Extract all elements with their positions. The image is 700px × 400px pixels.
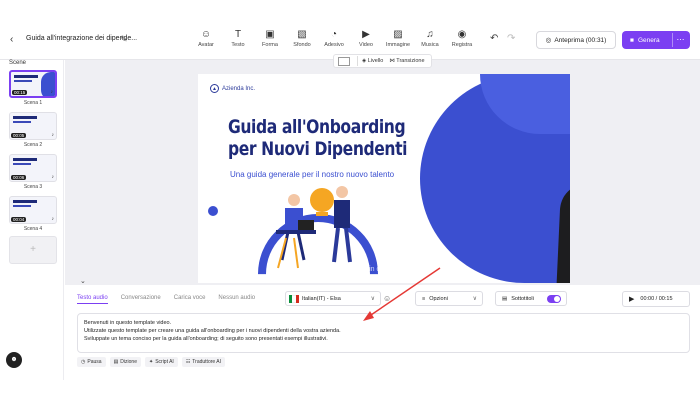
pencil-icon[interactable]: ✎	[120, 34, 128, 45]
avatar-presenter[interactable]	[548, 114, 570, 283]
preview-button[interactable]: ◎ Anteprima (00:31)	[536, 31, 616, 49]
assistant-icon[interactable]: ☻	[6, 352, 22, 368]
time-readout: 00:00 / 00:15	[640, 296, 673, 302]
pause-button[interactable]: ◷ Pausa	[77, 357, 106, 367]
subtitles-icon: ▤	[502, 295, 508, 302]
canvas-area: ◈ Livello ⋈ Transizione ▲ Azienda Inc. G…	[65, 54, 700, 285]
script-actions: ◷ Pausa ▤ Dizione ✦ Script AI ☷ Traduttore A…	[77, 357, 226, 367]
play-icon[interactable]: ▶	[629, 295, 634, 303]
audio-icon: ♪	[50, 89, 54, 95]
book-icon: ▤	[113, 359, 119, 365]
audio-icon: ♪	[51, 216, 55, 222]
redo-icon[interactable]: ↷	[507, 33, 515, 44]
voice-select[interactable]: Italian(IT) - Elsa ∨	[285, 291, 381, 306]
scene-label: Scena 2	[23, 142, 43, 148]
slide-preview[interactable]: ▲ Azienda Inc. Guida all'Onboarding per …	[198, 74, 570, 283]
tab-no-audio[interactable]: Nessun audio	[218, 295, 255, 304]
undo-icon[interactable]: ↶	[490, 33, 498, 44]
chevron-left-icon[interactable]: ‹	[10, 34, 22, 46]
sparkle-icon: ✦	[148, 359, 154, 365]
tool-background[interactable]: ▧ Sfondo	[286, 28, 318, 48]
slide-title[interactable]: Guida all'Onboarding per Nuovi Dipendent…	[228, 116, 407, 160]
script-line: Sviluppate un tema conciso per la guida …	[84, 336, 328, 342]
italy-flag-icon	[289, 294, 299, 303]
chevron-down-icon: ∨	[370, 296, 375, 302]
audio-icon: ♪	[51, 132, 55, 138]
shape-icon: ▣	[265, 29, 275, 40]
scene-thumbnail-1[interactable]: 00:15 ♪	[9, 70, 57, 98]
canvas-toolbar: ◈ Livello ⋈ Transizione	[333, 54, 432, 68]
script-editor: Testo audio Conversazione Carica voce Ne…	[65, 285, 700, 380]
music-icon: ♫	[426, 29, 434, 40]
add-scene-button[interactable]: +	[9, 236, 57, 264]
scene-thumbnail-3[interactable]: 00:06 ♪	[9, 154, 57, 182]
color-swatch-icon[interactable]	[338, 56, 350, 66]
video-icon: ▶	[362, 29, 370, 40]
tab-conversation[interactable]: Conversazione	[121, 295, 161, 304]
subtitles-control: ▤ Sottotitoli	[495, 291, 567, 306]
options-select[interactable]: ≡ Opzioni ∨	[415, 291, 483, 306]
company-logo: ▲ Azienda Inc.	[210, 84, 255, 93]
insert-toolbar: ☺ Avatar T Testo ▣ Forma ▧ Sfondo ◔ Adesivo ▶…	[190, 28, 478, 48]
tool-image[interactable]: ▨ Immagine	[382, 28, 414, 48]
transition-button[interactable]: ⋈ Transizione	[389, 58, 424, 64]
scene-label: Scena 1	[23, 100, 43, 106]
logo-icon: ▲	[210, 84, 219, 93]
avatar-icon: ☺	[200, 29, 212, 40]
translate-icon: ☷	[185, 359, 191, 365]
scene-duration: 00:15	[12, 90, 28, 95]
more-options-icon[interactable]: ⋯	[672, 33, 688, 47]
script-textarea[interactable]: Benvenuti in questo template video. Util…	[77, 313, 690, 353]
decorative-dot	[208, 206, 218, 216]
audio-icon: ♪	[51, 174, 55, 180]
scene-duration: 00:06	[11, 175, 27, 180]
tool-shape[interactable]: ▣ Forma	[254, 28, 286, 48]
tool-video[interactable]: ▶ Video	[350, 28, 382, 48]
scene-thumbnail-2[interactable]: 00:05 ♪	[9, 112, 57, 140]
generate-button[interactable]: ■ Genera ⋯	[622, 31, 690, 49]
layer-button[interactable]: ◈ Livello	[362, 58, 383, 64]
slide-subtitle[interactable]: Una guida generale per il nostro nuovo t…	[230, 170, 394, 179]
emotion-icon[interactable]: ☺	[383, 294, 391, 303]
record-icon: ◉	[457, 29, 467, 40]
scene-duration: 00:05	[11, 133, 27, 138]
subtitles-toggle[interactable]	[547, 295, 561, 303]
script-line: Benvenuti in questo template video.	[84, 320, 172, 326]
script-line: Utilizzate questo template per creare un…	[84, 328, 341, 334]
scenes-sidebar: Scene 00:15 ♪ Scena 1 00:05 ♪ Scena 2 00…	[0, 60, 64, 380]
tab-upload-voice[interactable]: Carica voce	[174, 295, 206, 304]
ai-translator-button[interactable]: ☷ Traduttore AI	[181, 357, 226, 367]
ai-script-button[interactable]: ✦ Script AI	[144, 357, 178, 367]
tool-music[interactable]: ♫ Musica	[414, 28, 446, 48]
tab-text-audio[interactable]: Testo audio	[77, 295, 108, 304]
diction-button[interactable]: ▤ Dizione	[109, 357, 141, 367]
sticker-icon: ◔	[330, 29, 338, 40]
background-icon: ▧	[297, 29, 307, 40]
tool-sticker[interactable]: ◔ Adesivo	[318, 28, 350, 48]
audio-player[interactable]: ▶ 00:00 / 00:15	[622, 291, 690, 307]
collapse-panel-icon[interactable]: ⌄	[80, 277, 86, 285]
preview-icon: ◎	[545, 37, 552, 44]
scene-label: Scena 4	[23, 226, 43, 232]
slide-caption: Benvenuti in questo template video.	[336, 266, 447, 273]
scenes-title: Scene	[9, 60, 27, 66]
chevron-down-icon: ∨	[472, 296, 477, 302]
text-icon: T	[234, 29, 242, 40]
generate-icon: ■	[630, 36, 634, 44]
image-icon: ▨	[393, 29, 403, 40]
audio-tabs: Testo audio Conversazione Carica voce Ne…	[77, 295, 255, 304]
tool-avatar[interactable]: ☺ Avatar	[190, 28, 222, 48]
tool-text[interactable]: T Testo	[222, 28, 254, 48]
scene-thumbnail-4[interactable]: 00:04 ♪	[9, 196, 57, 224]
clock-icon: ◷	[81, 359, 86, 365]
tool-record[interactable]: ◉ Registra	[446, 28, 478, 48]
sliders-icon: ≡	[422, 295, 426, 302]
scene-duration: 00:04	[11, 217, 27, 222]
scene-label: Scena 3	[23, 184, 43, 190]
